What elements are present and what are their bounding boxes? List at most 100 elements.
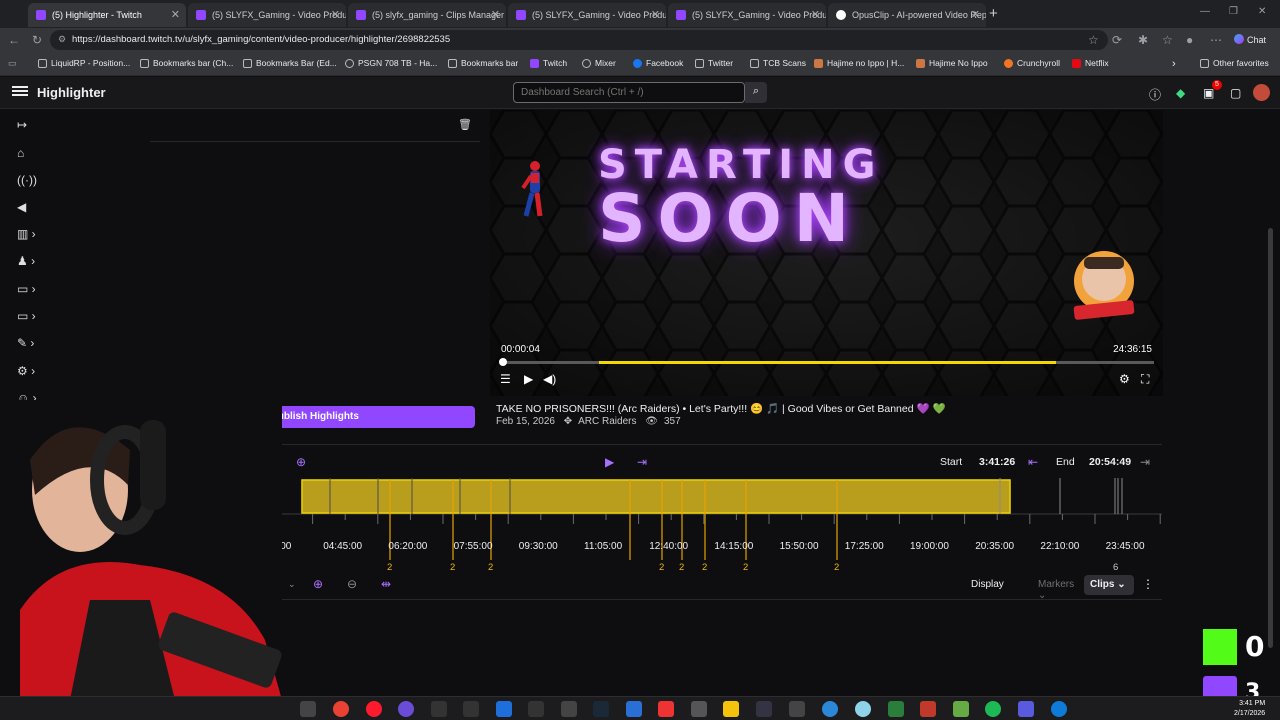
app-icon[interactable] [658,701,674,717]
bookmark-item[interactable]: Twitch [530,58,567,68]
search-icon[interactable]: ⌕ [745,82,767,103]
chevron-down-icon[interactable]: ⌄ [288,579,296,590]
minimize-icon[interactable]: — [1200,6,1210,17]
avatar[interactable] [1253,84,1270,101]
timeline[interactable]: 3:10:0004:45:0006:20:0007:55:0009:30:001… [150,478,1162,573]
app-icon[interactable] [496,701,512,717]
close-tab-icon[interactable]: ✕ [811,8,820,21]
profile-icon[interactable]: ● [1186,33,1193,47]
content-icon[interactable]: ▭ › [17,282,36,296]
app-icon[interactable] [561,701,577,717]
browser-tab[interactable]: (5) slyfx_gaming - Clips Manager ✕ [348,3,506,27]
app-icon[interactable] [888,701,904,717]
chatgpt-icon[interactable] [300,701,316,717]
maximize-icon[interactable]: ❐ [1229,6,1238,17]
clips-dropdown[interactable]: Clips ⌄ [1084,575,1134,595]
obs-icon[interactable] [398,701,414,717]
play-selection-icon[interactable]: ▶ [605,455,614,469]
bookmark-item[interactable]: PSGN 708 TB - Ha... [345,58,437,68]
reading-list-icon[interactable]: ▭ [8,58,17,69]
system-clock[interactable]: 3:41 PM 2/17/2026 [1234,699,1265,719]
bookmark-item[interactable]: Hajime No Ippo [916,58,988,68]
set-end-icon[interactable]: ⇥ [1140,455,1150,469]
seek-bar[interactable] [501,361,1154,364]
stream-icon[interactable]: ((·)) [17,173,37,187]
close-tab-icon[interactable]: ✕ [971,8,980,21]
close-window-icon[interactable]: ✕ [1258,6,1266,17]
bookmark-item[interactable]: Crunchyroll [1004,58,1060,68]
url-field[interactable]: ⚙ https://dashboard.twitch.tv/u/slyfx_gam… [50,30,1108,50]
browser-tab[interactable]: OpusClip - AI-powered Video Rep ✕ [828,3,986,27]
chat-button[interactable]: Chat [1234,34,1266,45]
bits-icon[interactable]: ◆ [1176,86,1185,100]
seek-knob[interactable] [498,358,507,366]
app-icon[interactable] [723,701,739,717]
reload-icon[interactable]: ↻ [32,33,42,47]
bookmark-item[interactable]: Hajime no Ippo | H... [814,58,904,68]
opera-icon[interactable] [366,701,382,717]
bookmark-item[interactable]: Mixer [582,58,616,68]
bookmark-item[interactable]: LiquidRP - Position... [38,58,130,68]
whispers-icon[interactable]: ▢ [1230,86,1241,100]
zoom-in-icon[interactable]: ⊕ [313,577,323,591]
settings-icon[interactable]: ⚙ › [17,364,35,378]
favorites-icon[interactable]: ☆ [1162,33,1173,47]
app-icon[interactable] [463,701,479,717]
video-game[interactable]: ARC Raiders [578,416,636,427]
end-value[interactable]: 20:54:49 [1089,456,1131,468]
bookmark-item[interactable]: TCB Scans [750,58,806,68]
bookmark-star-icon[interactable]: ☆ [1088,33,1099,47]
zoom-out-icon[interactable]: ⊖ [347,577,357,591]
more-options-icon[interactable]: ⋮ [1142,577,1154,591]
promotions-icon[interactable]: ◀ [17,200,26,214]
close-tab-icon[interactable]: ✕ [171,8,180,21]
browser-tab[interactable]: (5) SLYFX_Gaming - Video Produc ✕ [188,3,346,27]
back-icon[interactable]: ← [8,33,20,47]
community-icon[interactable]: ♟ › [17,254,35,268]
other-favorites[interactable]: Other favorites [1200,58,1269,68]
app-icon[interactable] [756,701,772,717]
bookmark-item[interactable]: Twitter [695,58,733,68]
jump-to-end-icon[interactable]: ⇥ [637,455,647,469]
app-icon[interactable] [855,701,871,717]
bookmark-folder[interactable]: Bookmarks bar (Ch... [140,58,233,68]
steam-icon[interactable] [593,701,609,717]
edge-icon[interactable] [1051,701,1067,717]
markers-dropdown[interactable]: Markers ⌄ [1032,575,1090,601]
close-tab-icon[interactable]: ✕ [651,8,660,21]
app-icon[interactable] [626,701,642,717]
monetization-icon[interactable]: ▭ › [17,309,36,323]
app-icon[interactable] [691,701,707,717]
new-tab-icon[interactable]: + [989,5,998,22]
browser-tab[interactable]: (5) SLYFX_Gaming - Video Produc ✕ [668,3,826,27]
expand-rail-icon[interactable]: ↦ [17,118,27,132]
hamburger-menu-icon[interactable] [12,84,28,98]
page-scrollbar[interactable] [1268,228,1273,648]
app-icon[interactable] [822,701,838,717]
bookmark-folder[interactable]: Bookmarks Bar (Ed... [243,58,337,68]
site-info-icon[interactable]: ⚙ [58,34,66,45]
bookmark-item[interactable]: Netflix [1072,58,1109,68]
video-player[interactable]: STARTING SOON 00:00:04 24:36:15 ☰ ▶ ◀) ⚙… [490,110,1163,396]
add-clip-icon[interactable]: ⊕ [296,455,306,469]
fit-timeline-icon[interactable]: ⇹ [381,577,391,591]
app-icon[interactable] [953,701,969,717]
analytics-icon[interactable]: ▥ › [17,227,36,241]
creator-tools-icon[interactable]: ✎ › [17,336,34,350]
fullscreen-icon[interactable]: ⛶ [1141,372,1149,387]
app-icon[interactable] [789,701,805,717]
playlist-icon[interactable]: ☰ [500,372,511,386]
help-icon[interactable]: ⓘ [1149,86,1161,103]
settings-gear-icon[interactable]: ⚙ [1119,372,1130,386]
app-icon[interactable] [1018,701,1034,717]
start-value[interactable]: 3:41:26 [979,456,1015,468]
set-start-icon[interactable]: ⇤ [1028,455,1038,469]
home-icon[interactable]: ⌂ [17,146,24,160]
play-icon[interactable]: ▶ [524,372,533,386]
browser-tab[interactable]: (5) Highlighter - Twitch ✕ [28,3,186,27]
trash-icon[interactable]: 🗑 [458,118,472,131]
bookmark-folder[interactable]: Bookmarks bar [448,58,518,68]
bookmark-item[interactable]: Facebook [633,58,683,68]
more-menu-icon[interactable]: ⋯ [1210,33,1222,47]
close-tab-icon[interactable]: ✕ [491,8,500,21]
